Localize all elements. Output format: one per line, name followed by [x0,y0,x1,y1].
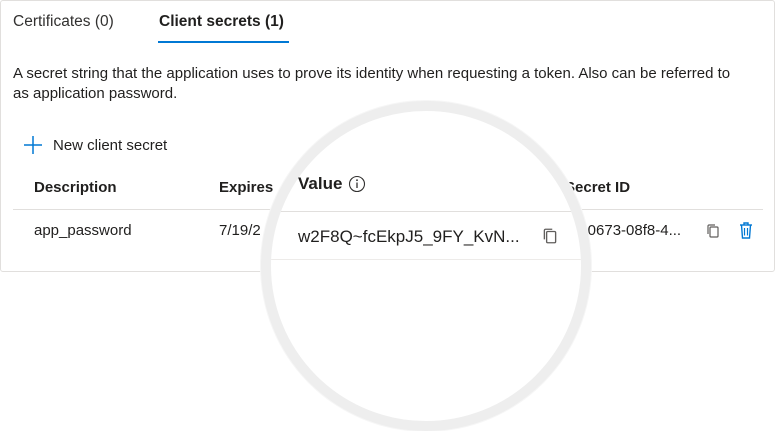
magnifier-row-bottom-divider [271,259,581,260]
plus-icon [24,136,42,154]
active-tab-indicator [158,41,289,43]
magnifier-row-divider [271,211,581,212]
column-header-secret-id: Secret ID [565,179,631,196]
secrets-panel: Certificates (0) Client secrets (1) A se… [0,0,775,431]
secret-value-cell: w2F8Q~fcEkpJ5_9FY_KvN... [298,227,520,246]
trash-icon[interactable] [738,220,754,240]
secrets-description: A secret string that the application use… [13,65,731,102]
secret-expires-cell: 7/19/2 [219,222,261,239]
tab-client-secrets[interactable]: Client secrets (1) [159,11,284,33]
info-icon[interactable] [348,175,366,193]
copy-secret-value-icon[interactable] [541,227,559,245]
new-client-secret-label: New client secret [53,136,168,154]
value-magnifier-callout [261,101,591,431]
secret-description-cell: app_password [34,222,132,239]
copy-secret-id-icon[interactable] [705,223,721,239]
column-header-value: Value [298,174,366,194]
column-header-description: Description [34,179,117,196]
value-header-label: Value [298,174,343,193]
column-header-expires: Expires [219,179,274,196]
new-client-secret-button[interactable]: New client secret [23,135,167,155]
tab-certificates[interactable]: Certificates (0) [13,11,114,33]
